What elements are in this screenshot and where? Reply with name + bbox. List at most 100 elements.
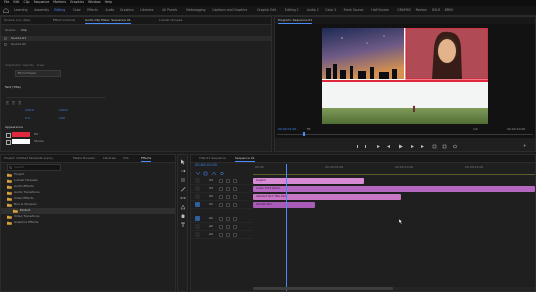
timeline-clip[interactable]: Smooth Pics bbox=[253, 202, 316, 208]
lock-icon[interactable] bbox=[219, 186, 223, 191]
workspace-tab-bryn[interactable]: BRYN bbox=[445, 8, 453, 12]
effect-row-selected[interactable]: Source 01 bbox=[1, 36, 271, 41]
timeline-clip[interactable]: Graphic bbox=[253, 178, 365, 184]
workspace-tab-editing-2[interactable]: Editing 2 bbox=[285, 8, 299, 12]
tab-project[interactable]: Project: Untitled Template.prproj bbox=[4, 157, 53, 160]
sync-icon[interactable] bbox=[226, 178, 230, 183]
track-target-toggle[interactable] bbox=[195, 178, 200, 183]
lock-icon[interactable] bbox=[219, 202, 223, 207]
workspace-tab-color[interactable]: Color bbox=[73, 8, 81, 12]
mute-icon[interactable] bbox=[233, 232, 237, 237]
program-scrubber[interactable] bbox=[277, 134, 533, 135]
stroke-checkbox[interactable] bbox=[6, 140, 11, 145]
menu-item-markers[interactable]: Markers bbox=[53, 1, 66, 4]
workspace-tab-libraries[interactable]: Libraries bbox=[140, 8, 153, 12]
type-tool-icon[interactable] bbox=[180, 222, 186, 228]
menu-item-edit[interactable]: Edit bbox=[13, 1, 19, 4]
fit-dropdown[interactable]: Fit to Frame bbox=[15, 70, 61, 77]
tab-media-browser[interactable]: Media Browser bbox=[73, 157, 95, 160]
workspace-tab-editing[interactable]: Editing bbox=[54, 8, 65, 12]
mute-icon[interactable] bbox=[233, 216, 237, 221]
track-select-tool-icon[interactable] bbox=[180, 168, 186, 174]
pen-tool-icon[interactable] bbox=[180, 204, 186, 210]
menu-item-file[interactable]: File bbox=[4, 1, 9, 4]
fill-swatch[interactable] bbox=[12, 132, 30, 137]
workspace-tab-effects[interactable]: Effects bbox=[87, 8, 98, 12]
sync-icon[interactable] bbox=[226, 186, 230, 191]
menu-item-sequence[interactable]: Sequence bbox=[34, 1, 50, 4]
sync-icon[interactable] bbox=[226, 202, 230, 207]
lock-icon[interactable] bbox=[219, 178, 223, 183]
ripple-edit-tool-icon[interactable] bbox=[180, 177, 186, 183]
eye-icon[interactable] bbox=[4, 43, 7, 46]
tab-program[interactable]: Program: Sequence 01 bbox=[278, 19, 313, 24]
slip-tool-icon[interactable] bbox=[180, 195, 186, 201]
workspace-tab-fresh-source[interactable]: Fresh Source bbox=[344, 8, 364, 12]
leading-value[interactable]: 100.0 bbox=[59, 109, 68, 112]
workspace-tab-captions-and-graphics[interactable]: Captions and Graphics bbox=[212, 8, 247, 12]
stroke-swatch[interactable] bbox=[12, 139, 30, 144]
tab-title-sequence[interactable]: Title 01 Sequence bbox=[199, 157, 226, 160]
track-target-toggle[interactable] bbox=[195, 232, 200, 237]
track-target-toggle[interactable] bbox=[195, 224, 200, 229]
workspace-tab-dslr[interactable]: DSLR bbox=[432, 8, 440, 12]
timeline-clip[interactable]: Abstract Tech Title 1920 bbox=[253, 194, 402, 200]
workspace-tab-all-panels[interactable]: All Panels bbox=[162, 8, 177, 12]
fit-zoom[interactable]: Fit bbox=[307, 128, 311, 131]
workspace-tab-color-2[interactable]: Color 2 bbox=[325, 8, 336, 12]
eye-icon[interactable] bbox=[4, 37, 7, 40]
workspace-tab-graphic-edit[interactable]: Graphic Edit bbox=[257, 8, 276, 12]
effects-search-input[interactable]: Search bbox=[7, 164, 61, 171]
timeline-clip[interactable]: Lower Third (Bold) bbox=[253, 186, 535, 192]
menu-item-help[interactable]: Help bbox=[105, 1, 112, 4]
lock-icon[interactable] bbox=[219, 194, 223, 199]
tab-audio-clip-mixer[interactable]: Audio Clip Mixer: Sequence 01 bbox=[85, 19, 131, 24]
tab-effects[interactable]: Effects bbox=[141, 157, 152, 162]
workspace-tab-learning[interactable]: Learning bbox=[14, 8, 27, 12]
timeline-timecode[interactable]: 00:00:01:00 bbox=[195, 163, 217, 168]
tab-sequence-01[interactable]: Sequence 01 bbox=[235, 157, 255, 162]
selection-tool-icon[interactable] bbox=[180, 159, 186, 165]
lock-icon[interactable] bbox=[219, 232, 223, 237]
timeline-playhead[interactable] bbox=[286, 164, 288, 291]
hand-tool-icon[interactable] bbox=[180, 213, 186, 219]
video-viewport[interactable] bbox=[275, 24, 535, 138]
sync-icon[interactable] bbox=[226, 194, 230, 199]
workspace-tab-audio-2[interactable]: Audio 2 bbox=[307, 8, 319, 12]
kerning-value[interactable]: 0.0 bbox=[25, 117, 30, 120]
menu-item-window[interactable]: Window bbox=[88, 1, 101, 4]
baseline-value[interactable]: 100 bbox=[59, 117, 65, 120]
add-button-icon[interactable]: + bbox=[523, 144, 526, 148]
track-target-toggle[interactable] bbox=[195, 186, 200, 191]
sync-icon[interactable] bbox=[226, 224, 230, 229]
tab-info[interactable]: Info bbox=[123, 157, 129, 160]
lock-icon[interactable] bbox=[219, 216, 223, 221]
workspace-tab-assembly[interactable]: Assembly bbox=[34, 8, 49, 12]
sync-icon[interactable] bbox=[226, 216, 230, 221]
workspace-tab-audio[interactable]: Audio bbox=[106, 8, 115, 12]
home-icon[interactable] bbox=[3, 8, 9, 13]
razor-tool-icon[interactable] bbox=[180, 186, 186, 192]
menu-item-clip[interactable]: Clip bbox=[24, 1, 30, 4]
tab-lumetri-scopes[interactable]: Lumetri Scopes bbox=[159, 19, 182, 22]
font-row[interactable] bbox=[6, 93, 106, 98]
effects-tree-item[interactable]: Graphics Effects bbox=[1, 220, 175, 226]
eye-icon[interactable] bbox=[233, 186, 237, 191]
track-target-toggle[interactable] bbox=[195, 202, 200, 207]
fill-checkbox[interactable] bbox=[6, 133, 11, 138]
program-playhead[interactable] bbox=[303, 132, 305, 136]
track-target-toggle[interactable] bbox=[195, 194, 200, 199]
timeline-scrollbar[interactable] bbox=[253, 287, 535, 290]
workspace-tab-graphic[interactable]: GRAPHIC bbox=[397, 8, 411, 12]
eye-icon[interactable] bbox=[233, 178, 237, 183]
tab-source[interactable]: Source: (no clips) bbox=[4, 19, 30, 22]
eye-icon[interactable] bbox=[233, 194, 237, 199]
scrollbar-thumb[interactable] bbox=[253, 287, 393, 290]
sync-icon[interactable] bbox=[226, 232, 230, 237]
menu-item-graphics[interactable]: Graphics bbox=[70, 1, 84, 4]
eye-icon[interactable] bbox=[233, 202, 237, 207]
program-timecode[interactable]: 00:00:01:00 bbox=[278, 128, 296, 131]
work-area-bar[interactable] bbox=[253, 174, 535, 175]
workspace-tab-half-screen[interactable]: Half Screen bbox=[371, 8, 389, 12]
workspace-tab-graphics[interactable]: Graphics bbox=[120, 8, 134, 12]
